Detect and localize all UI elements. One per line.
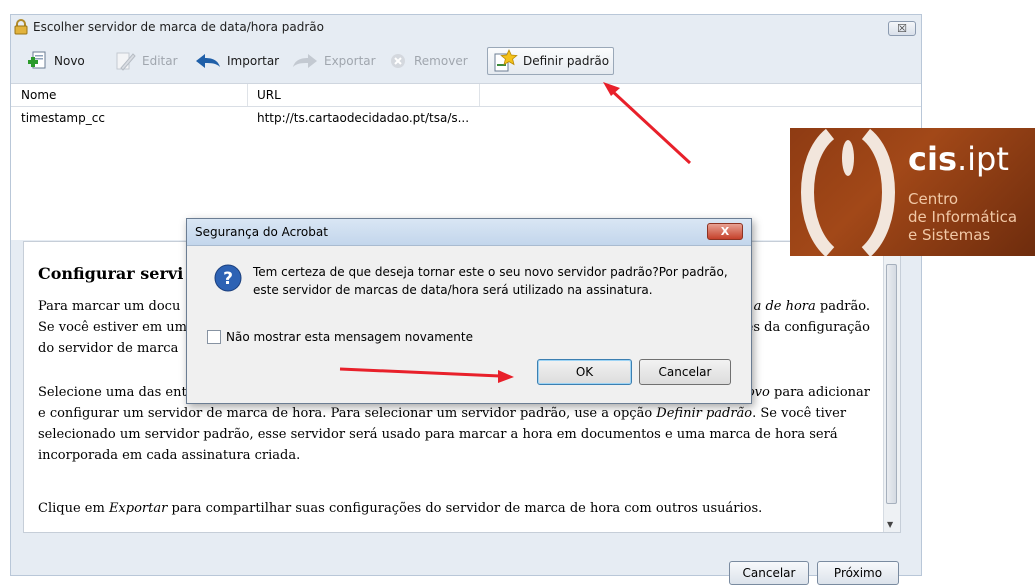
import-button[interactable]: Importar [194,47,279,75]
cis-ipt-logo: cis.ipt Centro de Informática e Sistemas [790,128,1035,256]
logo-brand-text: cis.ipt [908,140,1009,178]
logo-line-1: Centro [908,190,959,208]
p1-line3-left: do servidor de marca [38,341,179,356]
import-button-label: Importar [227,54,280,68]
export-button[interactable]: Exportar [291,47,376,75]
description-paragraph-2-right: Novo para adicionar [735,382,870,403]
dialog-cancel-button[interactable]: Cancelar [639,359,731,385]
p2-line4: incorporada em cada assinatura criada. [38,448,301,463]
p2-line2: e configurar um servidor de marca de hor… [38,406,657,421]
row-name-cell: timestamp_cc [21,111,105,125]
window-titlebar: Escolher servidor de marca de data/hora … [11,15,921,41]
p2-line1-right: para adicionar [769,385,870,400]
column-divider[interactable] [479,84,480,106]
scrollbar-thumb[interactable] [886,264,897,504]
remove-button[interactable]: Remover [389,47,468,75]
checkbox-box[interactable] [207,330,221,344]
set-default-button-label: Definir padrão [523,54,610,68]
column-header-name[interactable]: Nome [21,88,56,102]
list-header: Nome URL [11,84,921,107]
p3-emphasis: Exportar [108,501,168,516]
logo-line-3: e Sistemas [908,226,991,244]
logo-line-2: de Informática [908,208,1018,226]
edit-button[interactable]: Editar [111,47,178,75]
cancel-button[interactable]: Cancelar [729,561,809,585]
logo-brand-bold: cis [908,140,957,178]
p1-emphasis: a de hora [753,299,816,314]
dialog-message: Tem certeza de que deseja tornar este o … [253,265,728,297]
dialog-titlebar: Segurança do Acrobat X [187,219,751,246]
p1-line2-left: Se você estiver em um [38,320,187,335]
next-button[interactable]: Próximo [817,561,899,585]
description-paragraph-1-right: a de hora padrão. es da configuração [746,296,870,338]
p2-line3: selecionado um servidor padrão, esse ser… [38,427,838,442]
toolbar: Novo Editar Importar Exportar Remover De… [11,43,921,79]
lock-icon [13,19,29,35]
window-title: Escolher servidor de marca de data/hora … [33,20,324,34]
confirm-dialog: Segurança do Acrobat X ? Tem certeza de … [186,218,752,404]
dialog-close-button[interactable]: X [707,223,743,240]
dialog-title: Segurança do Acrobat [195,225,328,239]
p1-line2-right: es da configuração [745,320,870,335]
description-scrollbar[interactable]: ▲ ▼ [883,242,900,532]
p2-line2-end: . Se você tiver [752,406,847,421]
remove-icon [391,54,405,68]
export-arrow-icon [293,54,317,68]
svg-text:?: ? [223,269,233,289]
p3-start: Clique em [38,501,109,516]
export-button-label: Exportar [324,54,376,68]
column-divider[interactable] [247,84,248,106]
new-document-icon [28,51,46,69]
edit-icon [116,52,136,71]
description-heading: Configurar servi [38,264,184,283]
import-arrow-icon [196,54,220,68]
logo-mark-icon [801,128,895,256]
p1-line1-left: Para marcar um docu [38,299,181,314]
p2-line1-left: Selecione uma das ent [38,385,187,400]
question-icon: ? [213,263,243,296]
table-row[interactable]: timestamp_cc http://ts.cartaodecidadao.p… [11,108,921,128]
dont-show-again-checkbox[interactable]: Não mostrar esta mensagem novamente [207,330,473,344]
description-paragraph-3: Clique em Exportar para compartilhar sua… [38,498,880,519]
set-default-button[interactable]: Definir padrão [487,47,615,75]
column-header-url[interactable]: URL [257,88,281,102]
server-list: Nome URL timestamp_cc http://ts.cartaode… [11,83,921,240]
new-button[interactable]: Novo [27,47,85,75]
logo-brand-rest: .ipt [956,140,1009,178]
checkbox-label: Não mostrar esta mensagem novamente [226,330,473,344]
edit-button-label: Editar [142,54,178,68]
star-document-icon [494,49,518,72]
remove-button-label: Remover [414,54,468,68]
p3-end: para compartilhar suas configurações do … [167,501,763,516]
p1-line1-right: padrão. [815,299,870,314]
row-url-cell: http://ts.cartaodecidadao.pt/tsa/s... [257,111,470,125]
window-close-button[interactable]: ☒ [888,21,916,36]
p2-emphasis: Definir padrão [656,406,753,421]
dialog-ok-button[interactable]: OK [537,359,632,385]
scroll-down-arrow-icon[interactable]: ▼ [887,520,893,529]
new-button-label: Novo [54,54,85,68]
